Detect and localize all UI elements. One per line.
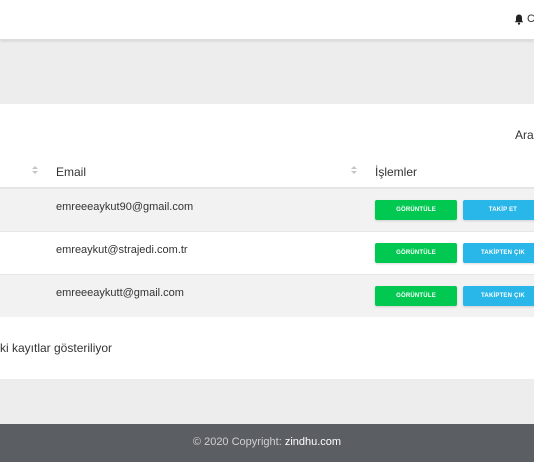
- bell-icon[interactable]: [514, 14, 524, 25]
- table-row: emreeeaykutt@gmail.com GÖRÜNTÜLE TAKİPTE…: [0, 274, 534, 317]
- sort-icon[interactable]: [350, 165, 358, 175]
- footer: © 2020 Copyright: zindhu.com: [0, 424, 534, 462]
- email-cell: emreaykut@strajedi.com.tr: [56, 244, 188, 256]
- user-menu-label[interactable]: C: [527, 13, 534, 25]
- copyright-prefix: © 2020 Copyright:: [192, 436, 285, 448]
- unfollow-button[interactable]: TAKİPTEN ÇIK: [463, 286, 534, 306]
- view-button[interactable]: GÖRÜNTÜLE: [375, 243, 457, 263]
- table-row: emreeeaykut90@gmail.com GÖRÜNTÜLE TAKİP …: [0, 188, 534, 231]
- email-cell: emreeeaykutt@gmail.com: [56, 287, 184, 299]
- follow-button[interactable]: TAKİP ET: [463, 200, 534, 220]
- view-button[interactable]: GÖRÜNTÜLE: [375, 200, 457, 220]
- view-button[interactable]: GÖRÜNTÜLE: [375, 286, 457, 306]
- email-cell: emreeeaykut90@gmail.com: [56, 201, 194, 213]
- search-label: Ara:: [515, 128, 534, 142]
- sort-icon[interactable]: [31, 165, 39, 175]
- top-navbar: C: [0, 0, 534, 40]
- copyright-text: © 2020 Copyright: zindhu.com: [0, 436, 534, 448]
- unfollow-button[interactable]: TAKİPTEN ÇIK: [463, 243, 534, 263]
- column-header-actions[interactable]: İşlemler: [375, 165, 417, 179]
- table-info-text: ki kayıtlar gösteriliyor: [0, 341, 113, 355]
- column-header-email[interactable]: Email: [56, 165, 86, 179]
- table-row: emreaykut@strajedi.com.tr GÖRÜNTÜLE TAKİ…: [0, 231, 534, 274]
- footer-link[interactable]: zindhu.com: [285, 436, 341, 448]
